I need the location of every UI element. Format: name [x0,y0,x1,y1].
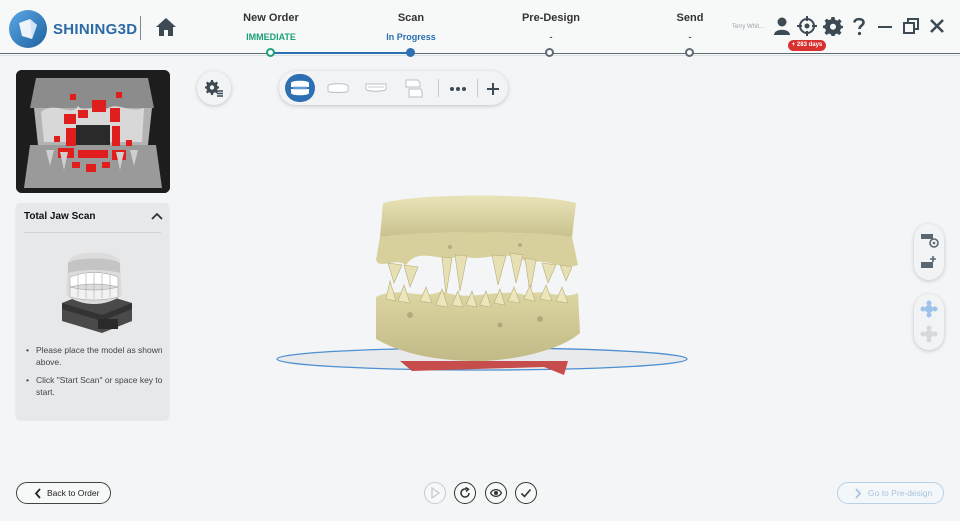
minimize-icon[interactable] [875,16,895,36]
upper-jaw-mode-button[interactable] [323,74,353,102]
step-title: New Order [243,12,299,24]
instruction-item: Please place the model as shown above. [24,344,164,368]
lower-jaw-mode-button[interactable] [361,74,391,102]
texture-mono-icon[interactable] [919,324,939,344]
view-tools-group [914,224,944,280]
eye-icon [490,488,502,498]
step-new-order[interactable]: New Order IMMEDIATE [211,12,331,42]
step-status: IMMEDIATE [246,32,296,42]
play-icon [431,487,441,499]
back-to-order-button[interactable]: Back to Order [16,482,111,504]
scan-settings-icon [205,80,223,97]
total-jaw-mode-icon [291,80,309,96]
step-dot-send [685,48,694,57]
model-placement-illustration [62,252,132,333]
lower-jaw-mode-icon [365,83,387,92]
title-bar: SHINING3D New Order IMMEDIATE Scan In Pr… [0,0,960,57]
scan-mode-toolbar [279,71,508,105]
close-icon[interactable] [927,16,947,36]
panel-title: Total Jaw Scan [24,211,96,222]
restore-icon[interactable] [901,16,921,36]
start-scan-button[interactable] [424,482,446,504]
upper-model-base [380,195,576,237]
instruction-list: Please place the model as shown above. C… [24,344,164,404]
step-pre-design[interactable]: Pre-Design - [491,12,611,42]
more-button[interactable] [443,74,473,102]
gear-icon[interactable] [823,16,843,36]
upper-jaw-mode-icon [327,83,349,93]
step-status: - [549,32,553,42]
step-title: Send [676,12,704,24]
camera-preview [16,70,170,193]
step-leading-line [0,53,270,54]
instruction-item: Click "Start Scan" or space key to start… [24,374,164,398]
user-name: Terry Whit... [732,24,765,30]
add-icon [487,83,499,95]
camera-preview-image [16,70,170,193]
total-jaw-mode-button[interactable] [285,74,315,102]
step-status: In Progress [386,32,436,42]
step-title: Scan [397,12,425,24]
user-icon[interactable] [772,16,792,36]
step-progress-line [270,52,411,54]
step-dot-new-order [266,48,275,57]
confirm-scan-button[interactable] [515,482,537,504]
divider [24,232,161,233]
go-to-pre-design-button[interactable]: Go to Pre-design [837,482,944,504]
bite-mode-icon [405,79,423,98]
more-icon [450,87,466,91]
chevron-left-icon [34,488,41,499]
check-icon [520,488,532,498]
preview-visibility-button[interactable] [485,482,507,504]
step-scan[interactable]: Scan In Progress [351,12,471,42]
texture-tools-group [914,294,944,350]
chevron-up-icon[interactable] [151,211,163,221]
target-icon[interactable] [797,16,817,36]
rescan-button[interactable] [454,482,476,504]
help-icon[interactable] [849,16,869,36]
texture-color-icon[interactable] [919,299,939,319]
license-days-badge: + 283 days [788,40,826,51]
scan-instructions-panel: Total Jaw Scan Please place the model as… [16,203,169,419]
chevron-right-icon [855,488,862,499]
toolbar-divider [438,79,439,97]
upper-gums [376,232,578,267]
step-title: Pre-Design [521,12,581,24]
step-dot-scan [406,48,415,57]
layer-add-icon[interactable] [919,254,939,274]
refresh-icon [460,487,470,498]
view-settings-icon[interactable] [919,230,939,250]
add-scan-button[interactable] [478,74,508,102]
go-to-pre-design-label: Go to Pre-design [868,488,933,498]
step-status: - [688,32,692,42]
scan-settings-button[interactable] [197,71,231,105]
bite-mode-button[interactable] [399,74,429,102]
scan-3d-viewport[interactable] [180,115,900,465]
step-dot-pre-design [545,48,554,57]
back-to-order-label: Back to Order [47,488,100,498]
